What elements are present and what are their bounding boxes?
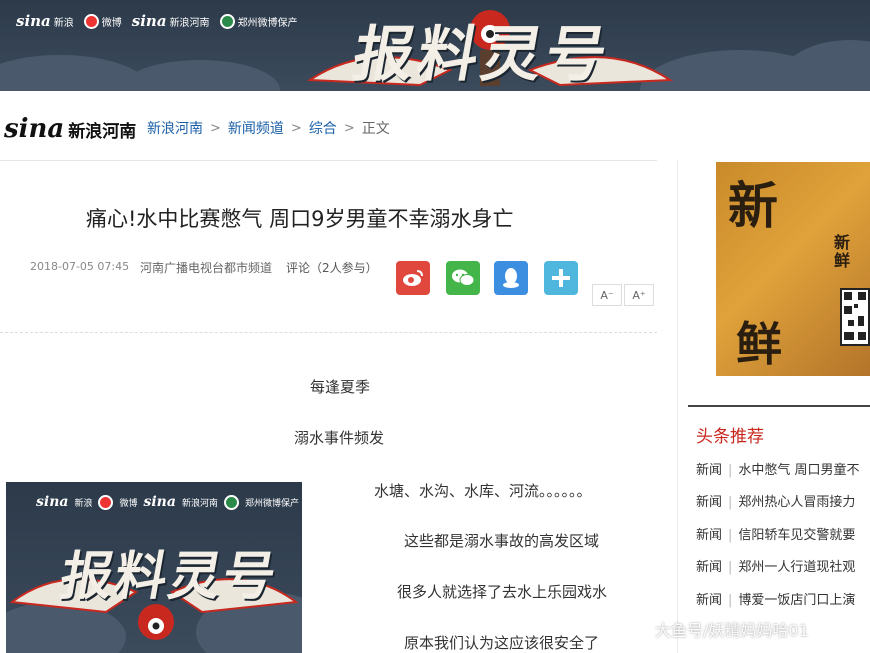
sina-logo: sina [131, 12, 167, 30]
sina-logo: sina [36, 494, 69, 510]
headline-category: 新闻 [696, 593, 723, 608]
separator: | [728, 463, 733, 478]
brand-sina-henan: sina 新浪河南 [132, 12, 210, 30]
qr-pattern-icon [844, 292, 866, 340]
chevron-right-icon: > [290, 120, 302, 136]
headline-category: 新闻 [696, 528, 723, 543]
ad-headline: 鲜 [736, 317, 782, 371]
brand-label: 郑州微博保产 [237, 17, 298, 29]
brand-weibo: 微博 [83, 13, 122, 29]
brand-label: 新浪 [74, 498, 93, 509]
article-paragraph: 每逢夏季 [310, 378, 371, 396]
brand-label: 新浪 [53, 17, 74, 29]
breadcrumb-link[interactable]: 综合 [309, 118, 337, 138]
weibo-icon [403, 270, 423, 286]
brand-zhengzhou: 郑州微博保产 [219, 13, 298, 29]
sidebar-heading: 头条推荐 [696, 427, 764, 447]
comment-link[interactable]: 评论（2人参与） [286, 259, 378, 276]
qr-code [840, 288, 870, 346]
headline-item[interactable]: 新闻 | 水中憋气 周口男童不 [696, 459, 870, 478]
sina-logo: sina [4, 114, 65, 144]
chevron-right-icon: > [210, 120, 221, 136]
site-name: 新浪河南 [68, 121, 137, 142]
headline-text: 郑州一人行道现社观 [738, 560, 856, 575]
breadcrumb-link[interactable]: 新浪河南 [147, 118, 203, 138]
headline-text: 郑州热心人冒雨接力 [738, 495, 856, 510]
house-icon [223, 494, 239, 510]
breadcrumb-current: 正文 [361, 121, 390, 137]
qq-penguin-icon [503, 268, 519, 288]
header-divider [0, 160, 657, 161]
article-paragraph: 这些都是溺水事故的高发区域 [404, 532, 600, 550]
brand-label: 微博 [101, 17, 122, 29]
brand-sina: sina 新浪 [16, 12, 74, 30]
article-paragraph: 水塘、水沟、水库、河流。。。。。。 [374, 482, 592, 500]
banner-brand-row: sina 新浪 微博 sina 新浪河南 郑州微博保产 [16, 12, 298, 30]
separator: | [728, 495, 733, 510]
ad-headline: 新 [728, 176, 778, 235]
sidebar-ad-banner[interactable]: 新 鲜 新鲜 [716, 162, 870, 376]
house-icon [219, 13, 235, 29]
headline-item[interactable]: 新闻 | 信阳轿车见交警就要 [696, 524, 870, 543]
headline-text: 信阳轿车见交警就要 [738, 528, 856, 543]
publish-time: 2018-07-05 07:45 [30, 260, 130, 273]
article-paragraph: 溺水事件频发 [294, 429, 385, 447]
breadcrumb-link[interactable]: 新闻频道 [228, 118, 284, 138]
article-paragraph: 原本我们认为这应该很安全了 [404, 634, 600, 652]
wechat-icon [452, 269, 475, 286]
site-logo[interactable]: sina 新浪河南 [4, 114, 136, 144]
sina-logo: sina [16, 12, 51, 30]
ad-subtext: 新鲜 [834, 233, 851, 270]
separator: | [728, 560, 733, 575]
cloud-decoration [780, 40, 870, 91]
article-title: 痛心!水中比赛憋气 周口9岁男童不幸溺水身亡 [86, 207, 514, 231]
share-weibo-button[interactable] [396, 261, 430, 295]
article-source[interactable]: 河南广播电视台都市频道 [140, 259, 272, 276]
brand-label: 郑州微博保产 [244, 498, 299, 509]
article-paragraph: 很多人就选择了去水上乐园戏水 [397, 583, 608, 601]
headline-item[interactable]: 新闻 | 郑州一人行道现社观 [696, 556, 870, 575]
brand-label: 新浪河南 [181, 498, 218, 509]
headline-category: 新闻 [696, 560, 723, 575]
share-qq-button[interactable] [494, 261, 528, 295]
headline-text: 水中憋气 周口男童不 [738, 463, 860, 478]
meta-divider [0, 332, 657, 333]
headline-category: 新闻 [696, 495, 723, 510]
share-more-button[interactable] [544, 261, 578, 295]
brand-label: 微博 [119, 498, 138, 509]
headline-category: 新闻 [696, 463, 723, 478]
chevron-right-icon: > [343, 120, 355, 136]
separator: | [728, 593, 733, 608]
font-increase-button[interactable]: A⁺ [624, 284, 654, 306]
source-watermark: 大鱼号/妖精妈妈哈01 [655, 621, 809, 640]
headline-item[interactable]: 新闻 | 郑州热心人冒雨接力 [696, 491, 870, 510]
image-title: 报料灵号 [55, 546, 283, 607]
separator: | [728, 528, 733, 543]
headline-text: 博爱一饭店门口上演 [738, 593, 856, 608]
brand-label: 新浪河南 [169, 17, 210, 29]
headline-item[interactable]: 新闻 | 博爱一饭店门口上演 [696, 589, 870, 608]
plus-icon [552, 269, 570, 287]
sina-logo: sina [143, 494, 176, 510]
breadcrumb: 新浪河南 > 新闻频道 > 综合 > 正文 [147, 118, 390, 138]
share-wechat-button[interactable] [446, 261, 480, 295]
top-banner: sina 新浪 微博 sina 新浪河南 郑州微博保产 报料灵号 [0, 0, 870, 91]
cloud-decoration [120, 60, 280, 91]
sidebar-heading-rule [688, 405, 870, 407]
image-brand-row: sina 新浪 微博 sina 新浪河南 郑州微博保产 [36, 494, 299, 510]
font-decrease-button[interactable]: A⁻ [592, 284, 622, 306]
banner-title: 报料灵号 [347, 20, 617, 90]
weibo-icon [83, 13, 99, 29]
weibo-icon [98, 494, 114, 510]
article-image: sina 新浪 微博 sina 新浪河南 郑州微博保产 报料灵号 [6, 482, 302, 653]
column-divider [677, 160, 678, 653]
